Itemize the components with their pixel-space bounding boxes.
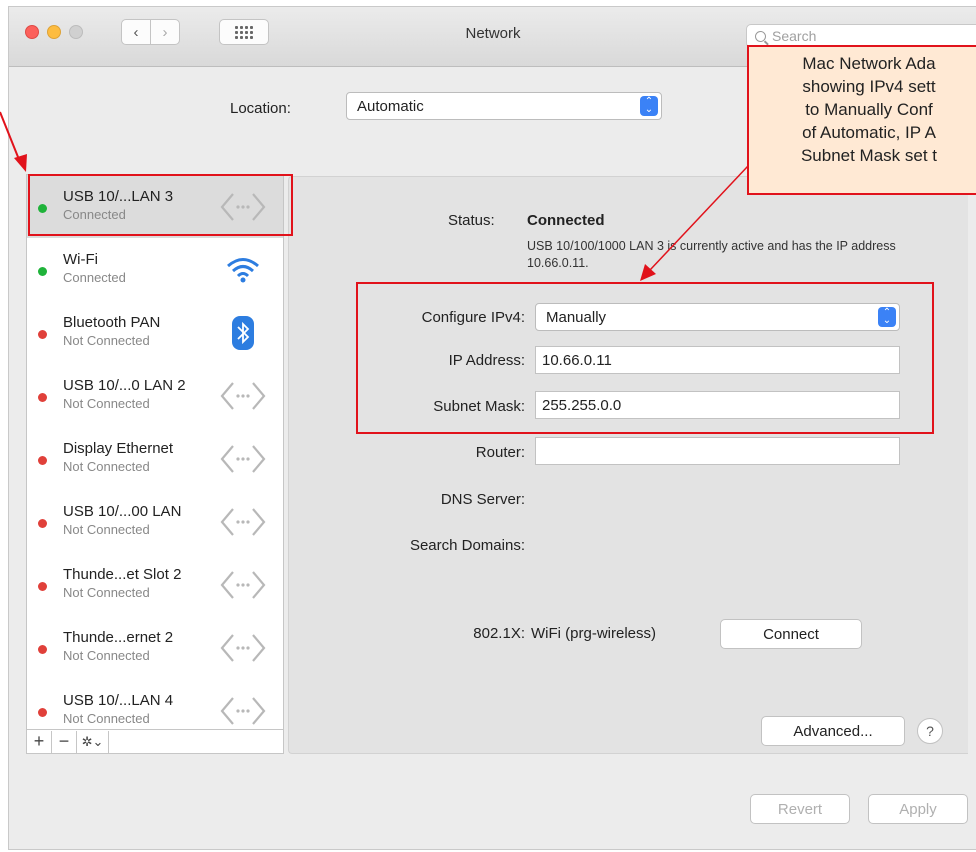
service-status: Not Connected xyxy=(63,333,150,348)
annotation-callout: Mac Network Ada showing IPv4 sett to Man… xyxy=(747,45,976,195)
location-popup[interactable]: Automatic ⌃ ⌄ xyxy=(346,92,662,120)
help-button[interactable]: ? xyxy=(917,718,943,744)
selected-service-highlight xyxy=(28,174,293,236)
status-dot-icon xyxy=(38,267,47,276)
status-label: Status: xyxy=(448,212,495,229)
service-status: Not Connected xyxy=(63,459,150,474)
service-list: USB 10/...LAN 3 Connected Wi-Fi Connected Bl… xyxy=(26,174,284,730)
service-name: Thunde...et Slot 2 xyxy=(63,566,182,583)
revert-button[interactable]: Revert xyxy=(750,794,850,824)
ipv4-settings-highlight xyxy=(356,282,934,434)
ethernet-icon xyxy=(219,693,267,729)
status-dot-icon xyxy=(38,330,47,339)
apply-button[interactable]: Apply xyxy=(868,794,968,824)
callout-line: of Automatic, IP A xyxy=(802,123,936,142)
service-item[interactable]: USB 10/...0 LAN 2 Not Connected xyxy=(27,364,283,427)
service-item[interactable]: Thunde...ernet 2 Not Connected xyxy=(27,616,283,679)
wifi-icon xyxy=(219,252,267,288)
router-label: Router: xyxy=(475,444,525,461)
status-value: Connected xyxy=(527,212,605,229)
ethernet-icon xyxy=(219,567,267,603)
callout-line: Mac Network Ada xyxy=(802,54,936,73)
service-item[interactable]: Wi-Fi Connected xyxy=(27,238,283,301)
ethernet-icon xyxy=(219,378,267,414)
bluetooth-icon xyxy=(219,315,267,351)
gear-icon[interactable]: ✲⌄ xyxy=(77,730,109,753)
service-item[interactable]: Thunde...et Slot 2 Not Connected xyxy=(27,553,283,616)
service-status: Connected xyxy=(63,270,126,285)
ethernet-icon xyxy=(219,504,267,540)
location-label: Location: xyxy=(230,100,291,117)
service-name: Bluetooth PAN xyxy=(63,314,161,331)
status-dot-icon xyxy=(38,456,47,465)
status-dot-icon xyxy=(38,582,47,591)
service-item[interactable]: Display Ethernet Not Connected xyxy=(27,427,283,490)
location-value: Automatic xyxy=(357,97,424,115)
ethernet-icon xyxy=(219,441,267,477)
service-status: Not Connected xyxy=(63,585,150,600)
status-dot-icon xyxy=(38,519,47,528)
service-name: Thunde...ernet 2 xyxy=(63,629,174,646)
service-name: USB 10/...0 LAN 2 xyxy=(63,377,186,394)
status-dot-icon xyxy=(38,708,47,717)
service-name: USB 10/...00 LAN xyxy=(63,503,182,520)
service-status: Not Connected xyxy=(63,711,150,726)
service-list-controls: + − ✲⌄ xyxy=(26,730,284,754)
dns-server-label: DNS Server: xyxy=(440,491,525,508)
connect-button[interactable]: Connect xyxy=(720,619,862,649)
advanced-button[interactable]: Advanced... xyxy=(761,716,905,746)
service-item[interactable]: Bluetooth PAN Not Connected xyxy=(27,301,283,364)
status-dot-icon xyxy=(38,645,47,654)
status-description: USB 10/100/1000 LAN 3 is currently activ… xyxy=(527,239,896,270)
service-item[interactable]: USB 10/...00 LAN Not Connected xyxy=(27,490,283,553)
service-status: Not Connected xyxy=(63,648,150,663)
popup-stepper-icon: ⌃ ⌄ xyxy=(640,96,658,116)
service-name: Wi-Fi xyxy=(63,251,98,268)
search-placeholder: Search xyxy=(772,28,817,44)
callout-line: Subnet Mask set t xyxy=(800,146,938,165)
service-name: Display Ethernet xyxy=(63,440,174,457)
ethernet-icon xyxy=(219,630,267,666)
callout-line: showing IPv4 sett xyxy=(802,77,936,96)
dot1x-label: 802.1X: xyxy=(473,625,525,642)
router-field[interactable] xyxy=(535,437,900,465)
status-dot-icon xyxy=(38,393,47,402)
dot1x-value: WiFi (prg-wireless) xyxy=(531,625,656,642)
search-domains-label: Search Domains: xyxy=(409,537,525,554)
service-name: USB 10/...LAN 4 xyxy=(63,692,174,709)
service-status: Not Connected xyxy=(63,396,150,411)
add-service-button[interactable]: + xyxy=(27,730,52,753)
remove-service-button[interactable]: − xyxy=(52,730,77,753)
callout-line: to Manually Conf xyxy=(805,100,933,119)
search-icon xyxy=(755,30,766,42)
service-status: Not Connected xyxy=(63,522,150,537)
